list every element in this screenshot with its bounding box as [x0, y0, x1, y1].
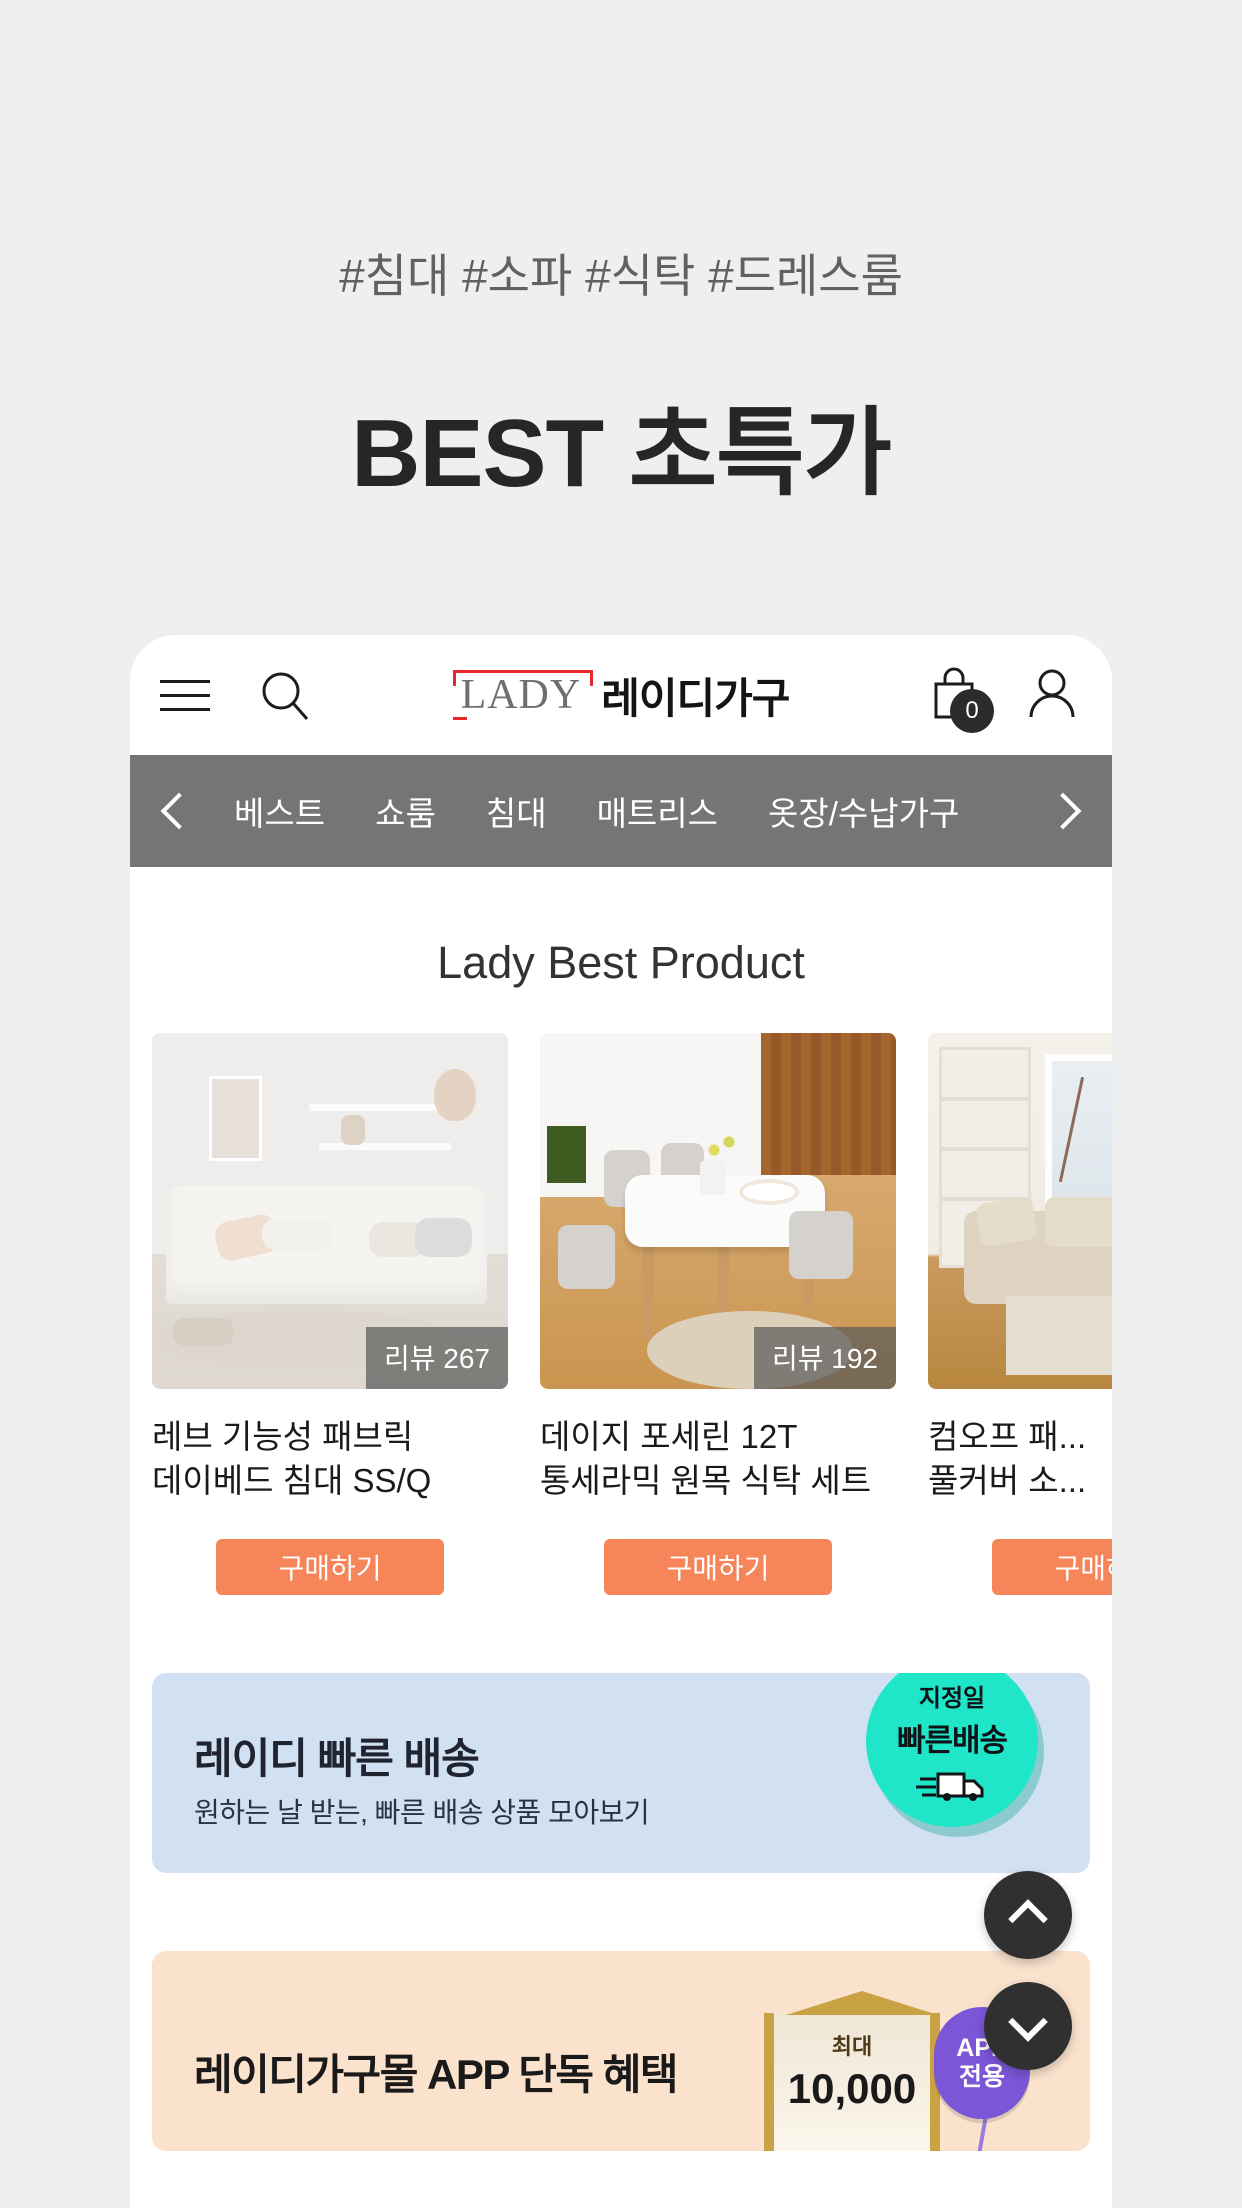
fast-delivery-subtitle: 원하는 날 받는, 빠른 배송 상품 모아보기: [194, 1796, 650, 1828]
product-card[interactable]: 컴오프 패... 풀커버 소... 구매하기: [928, 1033, 1112, 1595]
app-benefit-title: 레이디가구몰 APP 단독 혜택: [194, 2050, 679, 2098]
category-item-bed[interactable]: 침대: [486, 787, 547, 835]
page-root: #침대 #소파 #식탁 #드레스룸 BEST 초특가 LADY 레이디가구 0 …: [0, 0, 1242, 2208]
product-image[interactable]: 리뷰 192: [540, 1033, 896, 1389]
category-item-best[interactable]: 베스트: [234, 787, 325, 835]
coupon-graphic: 최대 10,000: [764, 1990, 940, 2151]
best-section-title: Lady Best Product: [437, 937, 805, 988]
sofa-photo: [928, 1033, 1112, 1389]
promo-hashtags: #침대 #소파 #식탁 #드레스룸: [339, 250, 903, 302]
fast-delivery-title: 레이디 빠른 배송: [194, 1734, 480, 1782]
coupon-max-label: 최대: [831, 2033, 873, 2059]
fast-delivery-badge: 지정일 빠른배송: [866, 1672, 1038, 1827]
buy-button[interactable]: 구매하기: [992, 1538, 1112, 1595]
brand-mark: LADY: [452, 670, 588, 720]
chevron-left-icon[interactable]: [148, 792, 210, 830]
scroll-to-top-button[interactable]: [984, 1871, 1072, 1959]
review-badge: 리뷰 267: [365, 1327, 508, 1389]
chevron-down-icon: [1008, 2002, 1048, 2042]
app-header: LADY 레이디가구 0: [130, 635, 1112, 755]
header-left-actions: [130, 667, 313, 723]
product-title: 데이지 포세린 12T 통세라믹 원목 식탁 세트: [540, 1418, 872, 1499]
coupon-amount: 10,000: [787, 2064, 917, 2112]
category-nav: 베스트 쇼룸 침대 매트리스 옷장/수납가구: [130, 755, 1112, 867]
hamburger-icon[interactable]: [157, 667, 213, 723]
search-icon[interactable]: [257, 667, 313, 723]
delivery-truck-icon: [916, 1772, 984, 1801]
badge-top-label: 지정일: [918, 1684, 986, 1712]
product-image[interactable]: [928, 1033, 1112, 1389]
category-item-showroom[interactable]: 쇼룸: [375, 787, 436, 835]
fast-delivery-banner[interactable]: 레이디 빠른 배송 원하는 날 받는, 빠른 배송 상품 모아보기 지정일 빠른…: [152, 1672, 1090, 1873]
brand-name: 레이디가구: [601, 674, 790, 722]
header-right-actions: 0: [924, 663, 1082, 733]
chevron-right-icon[interactable]: [1032, 792, 1094, 830]
product-title: 레브 기능성 패브릭 데이베드 침대 SS/Q: [152, 1418, 432, 1499]
scroll-down-button[interactable]: [984, 1982, 1072, 2070]
badge-main-label: 빠른배송: [896, 1722, 1008, 1758]
product-title: 컴오프 패... 풀커버 소...: [928, 1418, 1087, 1499]
buy-button[interactable]: 구매하기: [216, 1538, 444, 1595]
cart-count-badge: 0: [950, 689, 994, 733]
category-list: 베스트 쇼룸 침대 매트리스 옷장/수납가구: [210, 787, 1032, 835]
product-card[interactable]: 리뷰 267 레브 기능성 패브릭 데이베드 침대 SS/Q 구매하기: [152, 1033, 508, 1595]
product-card[interactable]: 리뷰 192 데이지 포세린 12T 통세라믹 원목 식탁 세트 구매하기: [540, 1033, 896, 1595]
chevron-up-icon: [1008, 1899, 1048, 1939]
review-badge: 리뷰 192: [753, 1327, 896, 1389]
shopping-bag-icon[interactable]: 0: [924, 665, 994, 733]
user-icon[interactable]: [1022, 663, 1082, 728]
category-item-mattress[interactable]: 매트리스: [597, 787, 718, 835]
product-carousel: 리뷰 267 레브 기능성 패브릭 데이베드 침대 SS/Q 구매하기 리뷰 1…: [130, 1033, 1112, 1595]
promo-title: BEST 초특가: [351, 400, 892, 507]
brand-logo[interactable]: LADY 레이디가구: [411, 665, 831, 726]
category-item-wardrobe[interactable]: 옷장/수납가구: [768, 787, 959, 835]
app-benefit-banner[interactable]: 레이디가구몰 APP 단독 혜택 최대 10,000 APP 전용: [152, 1950, 1090, 2151]
pill-stem: [976, 2114, 988, 2151]
app-pill-line2: 전용: [958, 2062, 1005, 2091]
product-image[interactable]: 리뷰 267: [152, 1033, 508, 1389]
phone-screen: LADY 레이디가구 0 베스트 쇼룸 침대 매트리스 옷장/수납가구 Lady…: [130, 635, 1112, 2208]
buy-button[interactable]: 구매하기: [604, 1538, 832, 1595]
